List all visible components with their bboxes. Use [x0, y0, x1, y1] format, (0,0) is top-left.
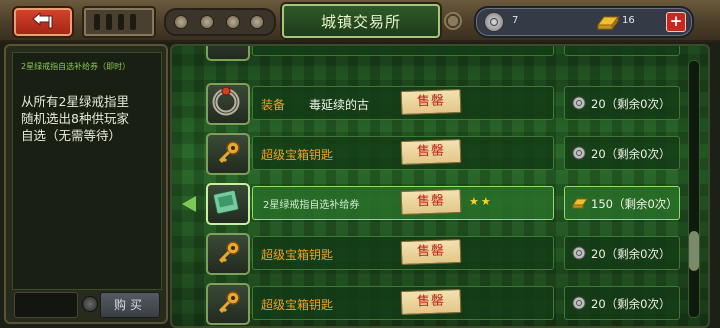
- item-icon-box: [206, 183, 250, 225]
- gear-icon: [444, 12, 462, 30]
- item-price: 150（剩余0次）: [591, 197, 678, 211]
- detail-item-description: 从所有2星绿戒指里随机选出8种供玩家自选（无需等待）: [21, 94, 129, 143]
- top-bar: 城镇交易所 7 16 +: [0, 0, 720, 42]
- item-icon-box: [206, 283, 250, 325]
- item-name-bar: 超级宝箱钥匙 售罄: [252, 286, 554, 320]
- item-price-bar: [564, 46, 680, 56]
- item-price-bar: 150（剩余0次）: [564, 186, 680, 220]
- list-item[interactable]: 超级宝箱钥匙 售罄 20（剩余0次）: [206, 232, 680, 275]
- item-name: 超级宝箱钥匙: [261, 298, 334, 312]
- item-price: 20（剩余0次）: [591, 147, 671, 161]
- page-title: 城镇交易所: [320, 13, 401, 31]
- item-price-bar: 20（剩余0次）: [564, 86, 680, 120]
- list-item[interactable]: 装备 毒延续的古 售罄 20（剩余0次）: [206, 82, 680, 125]
- vent-decoration: [82, 6, 156, 38]
- silver-coin-icon: [572, 296, 586, 310]
- sold-out-stamp: 售罄: [400, 288, 462, 316]
- item-price-bar: 20（剩余0次）: [564, 286, 680, 320]
- silver-coin-icon: [572, 146, 586, 160]
- item-name-bar: 超级宝箱钥匙 售罄: [252, 136, 554, 170]
- key-icon: [218, 141, 240, 164]
- voucher-icon: [213, 189, 239, 215]
- star-rating: ★★: [469, 195, 493, 208]
- buy-button[interactable]: 购买: [100, 292, 160, 318]
- sold-out-stamp: 售罄: [400, 238, 462, 266]
- gold-bar-icon: [572, 198, 588, 209]
- sold-out-stamp: 售罄: [400, 188, 462, 216]
- page-title-plate: 城镇交易所: [282, 4, 440, 38]
- item-price-bar: 20（剩余0次）: [564, 236, 680, 270]
- gold-bar-icon: [597, 15, 619, 31]
- item-name-bar: 装备 毒延续的古 售罄: [252, 86, 554, 120]
- item-price-bar: 20（剩余0次）: [564, 136, 680, 170]
- item-price: 20（剩余0次）: [591, 247, 671, 261]
- back-button[interactable]: [12, 6, 74, 38]
- list-item[interactable]: 超级宝箱钥匙 售罄 20（剩余0次）: [206, 132, 680, 175]
- item-price: 20（剩余0次）: [591, 297, 671, 311]
- item-detail-panel: 2星绿戒指自选补给券（即时） 从所有2星绿戒指里随机选出8种供玩家自选（无需等待…: [4, 44, 168, 324]
- item-icon-box: [206, 46, 250, 61]
- silver-amount: 7: [512, 15, 519, 26]
- silver-coin-icon: [572, 96, 586, 110]
- currency-gem-icon: [82, 296, 98, 312]
- currency-panel: 7 16 +: [474, 6, 694, 38]
- item-name-bar: [252, 46, 554, 56]
- gold-amount: 16: [622, 15, 635, 26]
- item-name: 超级宝箱钥匙: [261, 148, 334, 162]
- item-icon-box: [206, 133, 250, 175]
- list-item[interactable]: 超级宝箱钥匙 售罄 20（剩余0次）: [206, 282, 680, 325]
- sold-out-stamp: 售罄: [400, 88, 462, 116]
- ring-icon: [212, 86, 240, 116]
- sold-out-stamp: 售罄: [400, 138, 462, 166]
- list-scrollbar[interactable]: [688, 60, 700, 318]
- list-item-partial: [206, 46, 680, 61]
- back-arrow-icon: [32, 13, 53, 29]
- scrollbar-thumb[interactable]: [689, 231, 699, 271]
- detail-item-name: 2星绿戒指自选补给券（即时）: [21, 62, 131, 71]
- item-price: 20（剩余0次）: [591, 97, 671, 111]
- list-item-selected[interactable]: 2星绿戒指自选补给券 售罄 ★★ 150（剩余0次）: [206, 182, 680, 225]
- item-detail-box: 2星绿戒指自选补给券（即时） 从所有2星绿戒指里随机选出8种供玩家自选（无需等待…: [12, 52, 162, 290]
- item-name: 装备: [261, 98, 286, 112]
- silver-coin-icon: [572, 246, 586, 260]
- item-sub-name: 毒延续的古: [309, 98, 370, 112]
- item-icon-box: [206, 83, 250, 125]
- item-icon-box: [206, 233, 250, 275]
- selection-arrow-icon: [182, 196, 196, 212]
- shop-list[interactable]: 装备 毒延续的古 售罄 20（剩余0次） 超级宝箱钥匙 售罄 20（剩余0次） …: [170, 44, 710, 328]
- item-name: 超级宝箱钥匙: [261, 248, 334, 262]
- quantity-slot[interactable]: [14, 292, 78, 318]
- silver-coin-icon: [484, 12, 504, 32]
- item-name-bar: 超级宝箱钥匙 售罄: [252, 236, 554, 270]
- add-currency-button[interactable]: +: [666, 12, 686, 32]
- item-name: 2星绿戒指自选补给券: [263, 200, 360, 211]
- bolt-decoration: [164, 8, 276, 36]
- key-icon: [218, 291, 240, 314]
- item-name-bar: 2星绿戒指自选补给券 售罄 ★★: [252, 186, 554, 220]
- key-icon: [218, 241, 240, 264]
